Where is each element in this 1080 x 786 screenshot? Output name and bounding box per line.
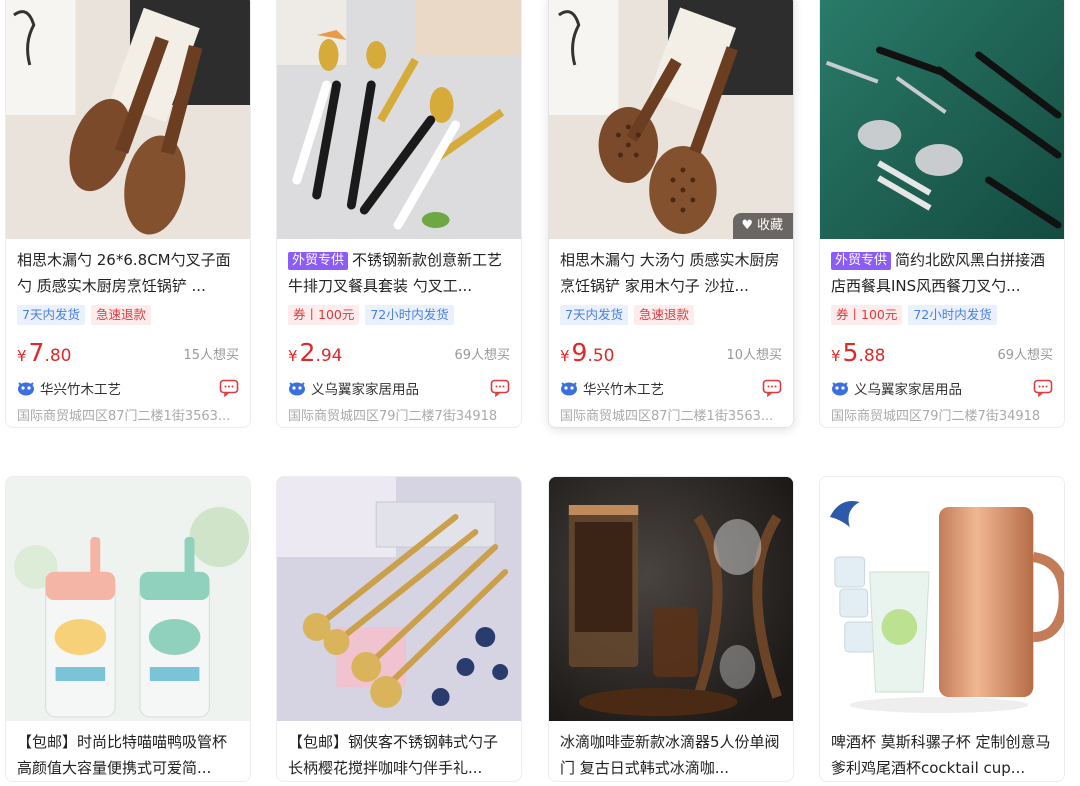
price-decimal: .80	[44, 346, 72, 366]
price: ¥ 7 .80	[17, 339, 72, 367]
shop-link[interactable]: 华兴竹木工艺	[17, 378, 121, 398]
shop-name[interactable]: 义乌翼家家居用品	[854, 378, 962, 398]
chat-icon[interactable]	[1033, 379, 1053, 397]
product-title-text[interactable]: 啤酒杯 莫斯科骡子杯 定制创意马爹利鸡尾酒杯cocktail cup...	[831, 733, 1051, 777]
product-title[interactable]: 啤酒杯 莫斯科骡子杯 定制创意马爹利鸡尾酒杯cocktail cup...	[831, 729, 1053, 781]
shop-logo-icon	[832, 382, 848, 396]
chat-icon[interactable]	[219, 379, 239, 397]
currency-symbol: ¥	[831, 347, 841, 365]
price-integer: 9	[571, 338, 588, 367]
product-card[interactable]: 相思木漏勺 26*6.8CM勺叉子面勺 质感实木厨房烹饪锅铲 ... 7天内发货…	[5, 0, 251, 428]
tag-list: 7天内发货 急速退款	[560, 305, 782, 325]
want-count: 15人想买	[183, 348, 239, 363]
shop-link[interactable]: 华兴竹木工艺	[560, 378, 664, 398]
price-decimal: .88	[858, 346, 886, 366]
product-title-text[interactable]: 【包邮】钢侠客不锈钢韩式勺子长柄樱花搅拌咖啡勺伴手礼...	[288, 733, 498, 777]
product-title[interactable]: 【包邮】钢侠客不锈钢韩式勺子长柄樱花搅拌咖啡勺伴手礼...	[288, 729, 510, 781]
price: ¥ 2 .94	[288, 339, 343, 367]
product-title-text[interactable]: 冰滴咖啡壶新款冰滴器5人份单阀门 复古日式韩式冰滴咖...	[560, 733, 780, 777]
price: ¥ 5 .88	[831, 339, 886, 367]
shop-name[interactable]: 华兴竹木工艺	[583, 378, 664, 398]
shop-name[interactable]: 义乌翼家家居用品	[311, 378, 419, 398]
refund-tag: 急速退款	[90, 305, 151, 325]
delivery-tag: 72小时内发货	[908, 305, 997, 325]
product-grid: 相思木漏勺 26*6.8CM勺叉子面勺 质感实木厨房烹饪锅铲 ... 7天内发货…	[0, 0, 1080, 786]
shop-logo-icon	[18, 382, 34, 396]
shop-address: 国际商贸城四区87门二楼1街3563...	[560, 409, 774, 424]
shop-link[interactable]: 义乌翼家家居用品	[831, 378, 962, 398]
product-image[interactable]	[6, 0, 250, 239]
tag-list: 券丨100元 72小时内发货	[831, 305, 1053, 325]
favorite-button[interactable]: ♥ 收藏	[733, 213, 793, 239]
product-card[interactable]: 外贸专供 不锈钢新款创意新工艺牛排刀叉餐具套装 勺叉工... 券丨100元 72小…	[276, 0, 522, 428]
export-only-tag: 外贸专供	[288, 252, 349, 270]
coupon-tag[interactable]: 券丨100元	[831, 305, 903, 325]
want-count: 69人想买	[997, 348, 1053, 363]
product-image[interactable]: ♥ 收藏	[549, 0, 793, 239]
product-title-text[interactable]: 【包邮】时尚比特喵喵鸭吸管杯高颜值大容量便携式可爱简...	[17, 733, 227, 777]
product-title[interactable]: 相思木漏勺 26*6.8CM勺叉子面勺 质感实木厨房烹饪锅铲 ...	[17, 247, 239, 299]
shop-name[interactable]: 华兴竹木工艺	[40, 378, 121, 398]
product-image[interactable]	[820, 0, 1064, 239]
tag-list: 券丨100元 72小时内发货	[288, 305, 510, 325]
want-count: 10人想买	[726, 348, 782, 363]
refund-tag: 急速退款	[633, 305, 694, 325]
shop-address: 国际商贸城四区79门二楼7街34918	[831, 409, 1041, 424]
price-integer: 7	[28, 338, 45, 367]
price-decimal: .94	[315, 346, 343, 366]
product-card[interactable]: ♥ 收藏 相思木漏勺 大汤勺 质感实木厨房烹饪锅铲 家用木勺子 沙拉... 7天…	[548, 0, 794, 428]
product-title[interactable]: 相思木漏勺 大汤勺 质感实木厨房烹饪锅铲 家用木勺子 沙拉...	[560, 247, 782, 299]
export-only-tag: 外贸专供	[831, 252, 892, 270]
chat-icon[interactable]	[762, 379, 782, 397]
want-count: 69人想买	[454, 348, 510, 363]
shop-logo-icon	[289, 382, 305, 396]
product-image[interactable]	[820, 477, 1064, 721]
product-card[interactable]: 【包邮】钢侠客不锈钢韩式勺子长柄樱花搅拌咖啡勺伴手礼...	[276, 476, 522, 782]
product-image[interactable]	[6, 477, 250, 721]
product-card[interactable]: 冰滴咖啡壶新款冰滴器5人份单阀门 复古日式韩式冰滴咖...	[548, 476, 794, 782]
currency-symbol: ¥	[288, 347, 298, 365]
price-decimal: .50	[587, 346, 615, 366]
product-image[interactable]	[549, 477, 793, 721]
coupon-tag[interactable]: 券丨100元	[288, 305, 360, 325]
currency-symbol: ¥	[560, 347, 570, 365]
delivery-tag: 72小时内发货	[365, 305, 454, 325]
shop-logo-icon	[561, 382, 577, 396]
delivery-tag: 7天内发货	[560, 305, 628, 325]
delivery-tag: 7天内发货	[17, 305, 85, 325]
shop-address: 国际商贸城四区79门二楼7街34918	[288, 409, 498, 424]
shop-address: 国际商贸城四区87门二楼1街3563...	[17, 409, 231, 424]
favorite-label: 收藏	[756, 218, 783, 233]
price: ¥ 9 .50	[560, 339, 615, 367]
tag-list: 7天内发货 急速退款	[17, 305, 239, 325]
product-card[interactable]: 啤酒杯 莫斯科骡子杯 定制创意马爹利鸡尾酒杯cocktail cup...	[819, 476, 1065, 782]
product-card[interactable]: 【包邮】时尚比特喵喵鸭吸管杯高颜值大容量便携式可爱简...	[5, 476, 251, 782]
heart-icon: ♥	[741, 218, 753, 233]
product-title[interactable]: 外贸专供 不锈钢新款创意新工艺牛排刀叉餐具套装 勺叉工...	[288, 247, 510, 299]
product-title[interactable]: 【包邮】时尚比特喵喵鸭吸管杯高颜值大容量便携式可爱简...	[17, 729, 239, 781]
product-title[interactable]: 外贸专供 简约北欧风黑白拼接酒店西餐具INS风西餐刀叉勺...	[831, 247, 1053, 299]
product-image[interactable]	[277, 477, 521, 721]
product-card[interactable]: 外贸专供 简约北欧风黑白拼接酒店西餐具INS风西餐刀叉勺... 券丨100元 72…	[819, 0, 1065, 428]
product-title-text[interactable]: 相思木漏勺 大汤勺 质感实木厨房烹饪锅铲 家用木勺子 沙拉...	[560, 251, 780, 295]
price-integer: 2	[299, 338, 316, 367]
shop-link[interactable]: 义乌翼家家居用品	[288, 378, 419, 398]
chat-icon[interactable]	[490, 379, 510, 397]
product-title-text[interactable]: 相思木漏勺 26*6.8CM勺叉子面勺 质感实木厨房烹饪锅铲 ...	[17, 251, 231, 295]
product-image[interactable]	[277, 0, 521, 239]
price-integer: 5	[842, 338, 859, 367]
currency-symbol: ¥	[17, 347, 27, 365]
product-title[interactable]: 冰滴咖啡壶新款冰滴器5人份单阀门 复古日式韩式冰滴咖...	[560, 729, 782, 781]
